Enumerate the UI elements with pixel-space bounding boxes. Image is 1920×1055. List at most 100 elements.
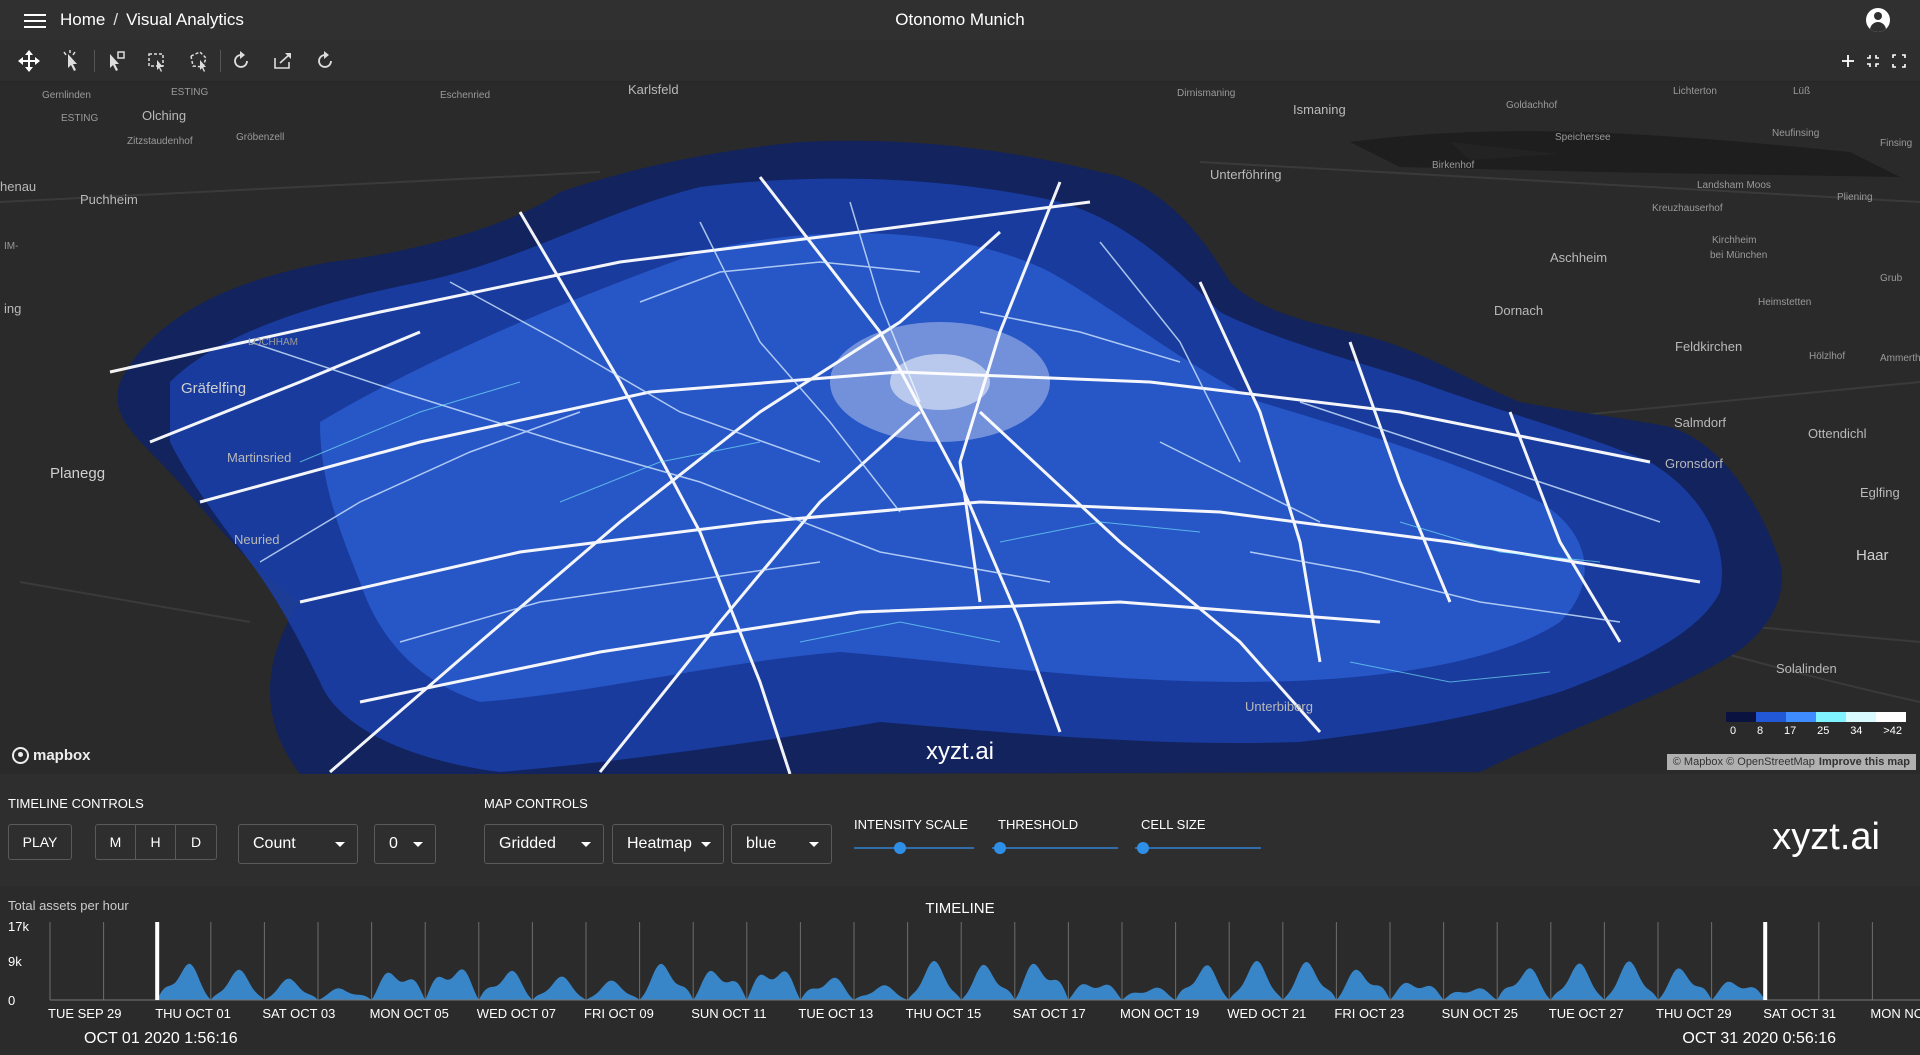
x-tick-label: WED OCT 21 xyxy=(1227,1006,1306,1021)
legend-swatch xyxy=(1786,712,1816,722)
timeline-chart[interactable]: 17k 9k 0 TUE SEP 29 THU OCT 01 SAT OCT 03 MON … xyxy=(0,922,1920,1030)
x-tick-label: TUE OCT 13 xyxy=(798,1006,873,1021)
legend-label: 8 xyxy=(1756,725,1764,737)
x-tick-label: SUN OCT 25 xyxy=(1442,1006,1518,1021)
breadcrumb-separator: / xyxy=(113,10,119,29)
x-tick-label: SAT OCT 31 xyxy=(1763,1006,1836,1021)
slider-thumb[interactable] xyxy=(994,842,1007,854)
map-place-label: Puchheim xyxy=(80,192,138,207)
legend-swatch xyxy=(1756,712,1786,722)
map-place-label: Gräfelfing xyxy=(181,380,247,397)
map-place-label: Eschenried xyxy=(440,90,491,101)
rotate-icon[interactable] xyxy=(228,48,254,74)
map-place-label: Feldkirchen xyxy=(1675,339,1743,354)
heatmap-layer xyxy=(0,131,1920,774)
x-tick-label: MON OCT 05 xyxy=(370,1006,449,1021)
brand-logo: xyzt.ai xyxy=(1772,816,1880,858)
improve-map-link[interactable]: Improve this map xyxy=(1819,756,1910,768)
selection-end-date: OCT 31 2020 0:56:16 xyxy=(1682,1030,1836,1047)
controls-panel: TIMELINE CONTROLS PLAY M H D Count 0 MAP… xyxy=(0,774,1920,886)
map-place-label: Unterbiberg xyxy=(1245,699,1313,714)
map-place-label: Eglfing xyxy=(1860,485,1900,500)
map-attribution: © Mapbox © OpenStreetMap Improve this map xyxy=(1666,754,1916,770)
pan-icon[interactable] xyxy=(16,48,42,74)
map-place-label: IM- xyxy=(4,241,19,252)
granularity-h[interactable]: H xyxy=(136,825,176,859)
map-place-label: Martinsried xyxy=(227,450,292,465)
map-place-label: Solalinden xyxy=(1776,661,1837,676)
select-point-icon[interactable] xyxy=(102,48,128,74)
selection-start-date: OCT 01 2020 1:56:16 xyxy=(84,1030,238,1047)
map-place-label: Dirnismaning xyxy=(1177,88,1236,99)
cell-size-slider[interactable] xyxy=(1135,841,1261,855)
map-place-label: Zitzstaudenhof xyxy=(127,136,193,147)
granularity-m[interactable]: M xyxy=(96,825,136,859)
x-tick-label: SUN OCT 11 xyxy=(691,1006,766,1021)
map-place-label: Kirchheim xyxy=(1712,235,1757,246)
intensity-slider[interactable] xyxy=(854,841,974,855)
slider-thumb[interactable] xyxy=(893,842,906,854)
select-click-icon[interactable] xyxy=(58,48,84,74)
offset-select[interactable]: 0 xyxy=(374,824,436,864)
map-place-label: Finsing xyxy=(1880,138,1913,149)
legend-swatch xyxy=(1726,712,1756,722)
granularity-toggle: M H D xyxy=(95,824,217,860)
map-place-label: Kreuzhauserhof xyxy=(1652,203,1723,214)
legend-label: >42 xyxy=(1883,725,1902,737)
x-tick-label: TUE SEP 29 xyxy=(48,1006,121,1021)
slider-thumb[interactable] xyxy=(1137,842,1150,854)
x-tick-label: THU OCT 15 xyxy=(906,1006,982,1021)
fullscreen-icon[interactable] xyxy=(1886,48,1912,74)
timeline-panel: Total assets per hour TIMELINE 17k 9k 0 TUE… xyxy=(0,886,1920,1055)
threshold-slider[interactable] xyxy=(992,841,1118,855)
style-select[interactable]: Heatmap xyxy=(612,824,724,864)
add-icon[interactable] xyxy=(1835,48,1861,74)
menu-icon[interactable] xyxy=(24,10,46,30)
x-tick-label: MON NO xyxy=(1870,1006,1920,1021)
map-canvas[interactable]: Karlsfeld Gernlinden ESTING ESTING Olching Es… xyxy=(0,82,1920,774)
color-select[interactable]: blue xyxy=(731,824,832,864)
map-place-label: Ottendichl xyxy=(1808,426,1867,441)
x-tick-label: THU OCT 01 xyxy=(155,1006,231,1021)
heatmap-legend: 0 8 17 25 34 >42 xyxy=(1726,712,1906,737)
chevron-down-icon xyxy=(413,842,423,847)
map-place-label: Haar xyxy=(1856,547,1889,564)
aggregate-select[interactable]: Count xyxy=(238,824,358,864)
mapbox-logo[interactable]: mapbox xyxy=(12,747,91,764)
y-tick-label: 9k xyxy=(8,954,22,969)
legend-label: 25 xyxy=(1817,725,1830,737)
map-place-label: Lüß xyxy=(1793,86,1811,97)
map-place-label: Pliening xyxy=(1837,192,1873,203)
chevron-down-icon xyxy=(701,842,711,847)
map-place-label: Aschheim xyxy=(1550,250,1608,265)
chevron-down-icon xyxy=(581,842,591,847)
x-tick-label: FRI OCT 09 xyxy=(584,1006,654,1021)
map-place-label: Birkenhof xyxy=(1432,160,1475,171)
granularity-d[interactable]: D xyxy=(176,825,216,859)
breadcrumb-home[interactable]: Home xyxy=(60,10,105,30)
y-tick-label: 0 xyxy=(8,993,15,1008)
map-place-label: LOCHHAM xyxy=(248,337,299,348)
map-place-label: Unterföhring xyxy=(1210,167,1282,182)
intensity-label: INTENSITY SCALE xyxy=(854,817,968,832)
select-rectangle-icon[interactable] xyxy=(144,48,170,74)
map-place-label: Grub xyxy=(1880,273,1903,284)
map-place-label: bei München xyxy=(1710,250,1768,261)
map-place-label: Gröbenzell xyxy=(236,132,285,143)
selection-end-handle xyxy=(1763,922,1768,1000)
mode-select[interactable]: Gridded xyxy=(484,824,604,864)
map-place-label: ESTING xyxy=(61,113,99,124)
export-icon[interactable] xyxy=(270,48,296,74)
fit-icon[interactable] xyxy=(1860,48,1886,74)
map-place-label: henau xyxy=(0,179,37,194)
map-place-label: ESTING xyxy=(171,87,209,98)
legend-label: 34 xyxy=(1850,725,1863,737)
play-button[interactable]: PLAY xyxy=(8,824,72,860)
map-place-label: Neufinsing xyxy=(1772,128,1820,139)
refresh-icon[interactable] xyxy=(312,48,338,74)
map-place-label: Speichersee xyxy=(1555,132,1611,143)
map-place-label: Hölzlhof xyxy=(1809,351,1846,362)
account-icon[interactable] xyxy=(1866,8,1890,32)
select-polygon-icon[interactable] xyxy=(186,48,212,74)
map-place-label: Dornach xyxy=(1494,303,1544,318)
